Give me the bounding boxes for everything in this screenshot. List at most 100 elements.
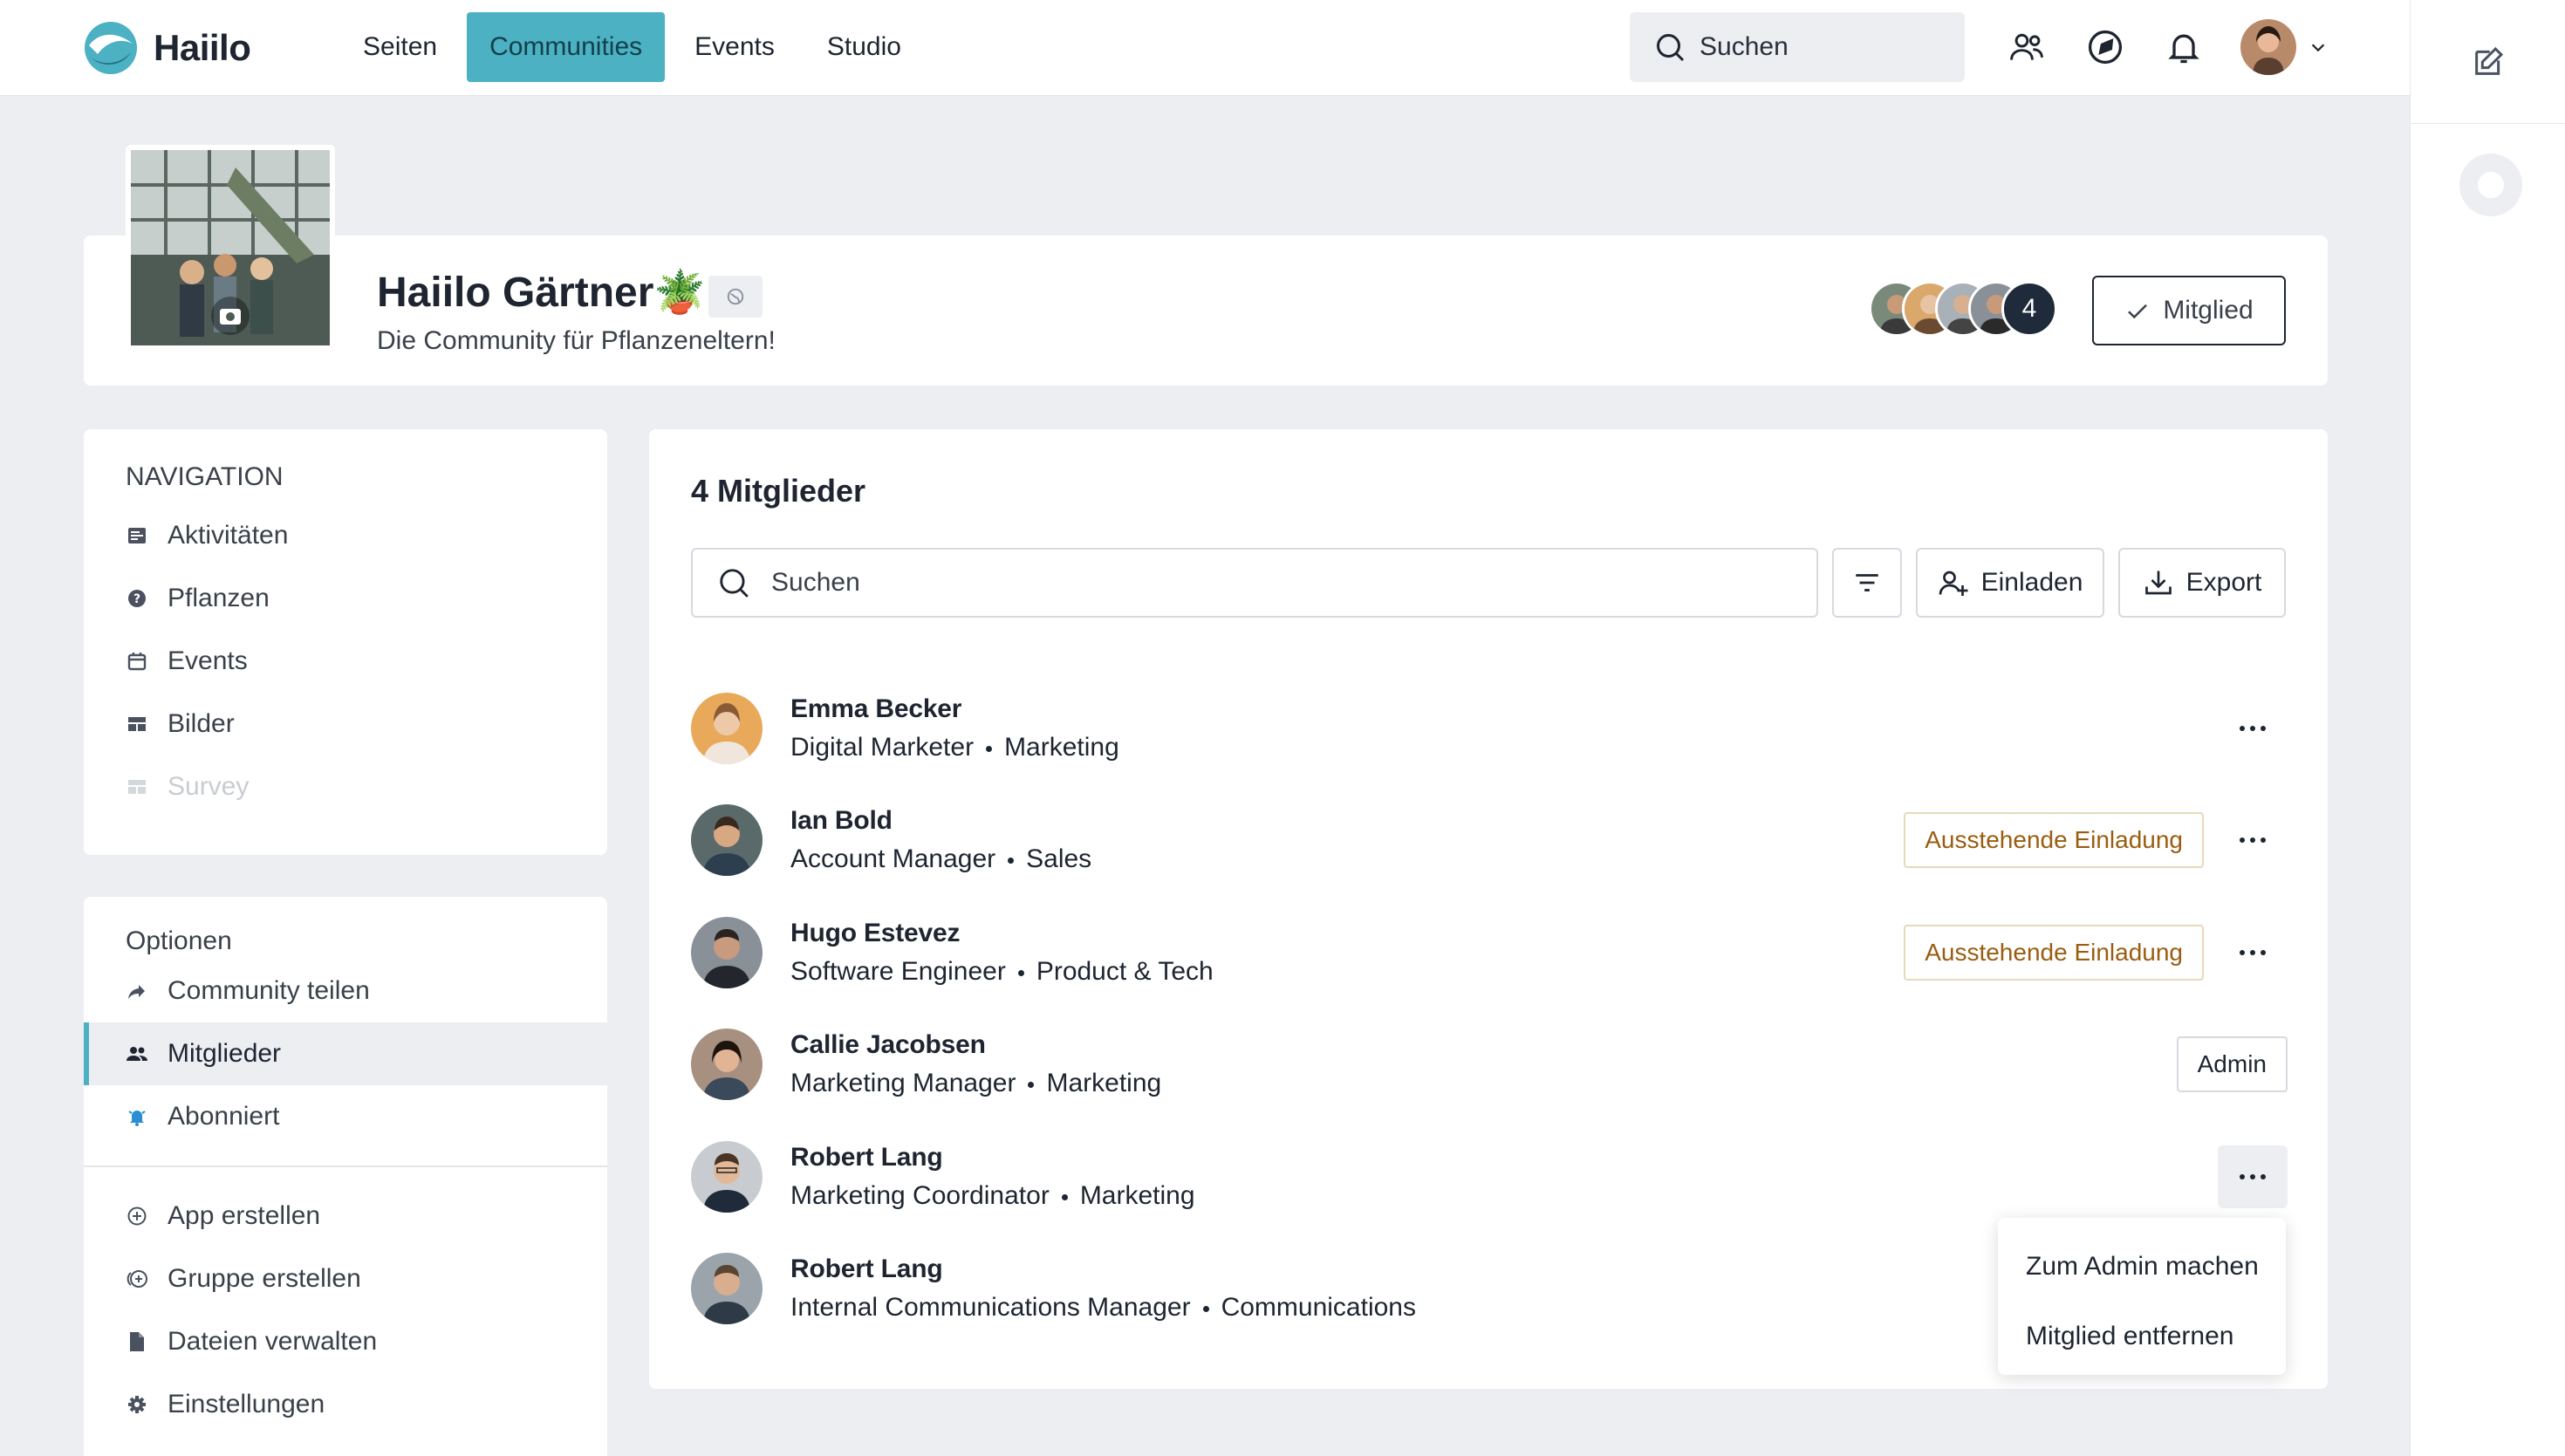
member-department: Sales	[1026, 844, 1092, 873]
sidebar-item-gruppe-erstellen[interactable]: Gruppe erstellen	[84, 1248, 607, 1310]
search-icon	[720, 569, 749, 598]
haiilo-logo-icon	[82, 19, 140, 77]
member-search-placeholder: Suchen	[771, 568, 860, 597]
sidebar-item-community-teilen[interactable]: Community teilen	[84, 960, 607, 1022]
search-icon	[1657, 34, 1685, 62]
member-title: Marketing Manager	[790, 1069, 1016, 1097]
pending-invitation-badge: Ausstehende Einladung	[1904, 925, 2204, 981]
members-title: 4 Mitglieder	[691, 473, 866, 509]
add-user-icon	[1939, 571, 1968, 596]
member-row[interactable]: Emma Becker Digital Marketer Marketing	[691, 680, 2288, 776]
sidebar-item-survey[interactable]: Survey	[84, 755, 607, 818]
global-search[interactable]: Suchen	[1630, 12, 1965, 82]
avatar	[691, 693, 763, 764]
member-name[interactable]: Ian Bold	[790, 806, 1091, 836]
sidebar-item-label: Einstellungen	[168, 1390, 325, 1418]
global-search-placeholder: Suchen	[1700, 32, 1789, 61]
divider	[84, 1165, 607, 1167]
member-name[interactable]: Emma Becker	[790, 694, 1119, 724]
member-department: Marketing	[1004, 733, 1119, 762]
list-icon	[126, 776, 148, 798]
sidebar-navigation: NAVIGATION Aktivitäten ? Pflanzen Events…	[84, 429, 607, 855]
member-row[interactable]: Callie Jacobsen Marketing Manager Marketi…	[691, 1016, 2288, 1112]
navigation-icon[interactable]	[2083, 21, 2127, 73]
filter-button[interactable]	[1832, 548, 1902, 618]
people-icon[interactable]	[2005, 21, 2049, 73]
member-name[interactable]: Robert Lang	[790, 1143, 1195, 1172]
member-department: Marketing	[1079, 1181, 1195, 1210]
nav-item-communities[interactable]: Communities	[467, 12, 666, 82]
more-options-button[interactable]	[2218, 697, 2288, 760]
member-count-badge: 4	[2001, 281, 2057, 337]
member-row[interactable]: Ian Bold Account Manager Sales Ausstehend…	[691, 792, 2288, 888]
bell-icon[interactable]	[2162, 21, 2206, 73]
membership-button[interactable]: Mitglied	[2092, 276, 2286, 345]
sidebar-item-label: Aktivitäten	[168, 521, 289, 550]
community-title: Haiilo Gärtner🪴	[377, 270, 707, 316]
sidebar-item-app-erstellen[interactable]: App erstellen	[84, 1185, 607, 1248]
sidebar-item-label: App erstellen	[168, 1201, 321, 1230]
invite-button[interactable]: Einladen	[1916, 548, 2104, 618]
more-options-button[interactable]	[2218, 921, 2288, 984]
separator-dot	[1008, 857, 1015, 864]
sidebar-item-einstellungen[interactable]: Einstellungen	[84, 1373, 607, 1436]
svg-text:?: ?	[133, 592, 140, 606]
sidebar-item-label: Survey	[168, 772, 250, 801]
sidebar-item-events[interactable]: Events	[84, 630, 607, 693]
plus-circle-icon	[126, 1205, 148, 1227]
right-rail	[2410, 0, 2565, 1456]
app-logo[interactable]: Haiilo	[82, 19, 251, 77]
member-title: Digital Marketer	[790, 733, 975, 762]
member-search-input[interactable]: Suchen	[691, 548, 1818, 618]
sidebar-item-aktivitaeten[interactable]: Aktivitäten	[84, 504, 607, 567]
sidebar-item-bilder[interactable]: Bilder	[84, 693, 607, 755]
share-icon	[126, 980, 148, 1002]
member-row[interactable]: Hugo Estevez Software Engineer Product & …	[691, 905, 2288, 1001]
member-context-menu: Zum Admin machen Mitglied entfernen	[1998, 1218, 2286, 1375]
user-menu[interactable]	[2240, 19, 2328, 75]
chat-bubble-icon[interactable]	[2459, 154, 2522, 216]
make-admin-menu-item[interactable]: Zum Admin machen	[1998, 1232, 2286, 1302]
community-cover-image[interactable]	[126, 145, 335, 351]
more-options-button[interactable]	[2218, 1145, 2288, 1208]
activity-icon	[126, 524, 148, 547]
sidebar-item-label: Pflanzen	[168, 584, 270, 612]
edit-icon[interactable]	[2471, 44, 2506, 79]
more-options-button[interactable]	[2218, 809, 2288, 872]
chevron-down-icon	[2311, 44, 2325, 52]
avatar	[691, 1141, 763, 1213]
top-actions	[2005, 19, 2328, 75]
separator-dot	[1202, 1305, 1209, 1312]
settings-icon	[126, 1393, 148, 1416]
options-heading: Optionen	[126, 926, 232, 955]
sidebar-item-pflanzen[interactable]: ? Pflanzen	[84, 567, 607, 630]
member-title: Internal Communications Manager	[790, 1293, 1191, 1322]
app-name: Haiilo	[154, 27, 251, 68]
pending-invitation-badge: Ausstehende Einladung	[1904, 812, 2204, 868]
sidebar-item-dateien-verwalten[interactable]: Dateien verwalten	[84, 1310, 607, 1373]
check-icon	[2128, 304, 2148, 319]
calendar-icon	[126, 650, 148, 673]
nav-item-events[interactable]: Events	[672, 12, 797, 82]
sidebar-item-abonniert[interactable]: Abonniert	[84, 1085, 607, 1148]
export-button[interactable]: Export	[2118, 548, 2286, 618]
member-name[interactable]: Callie Jacobsen	[790, 1030, 1161, 1060]
member-department: Communications	[1221, 1293, 1416, 1322]
sidebar-item-label: Dateien verwalten	[168, 1327, 378, 1356]
nav-item-seiten[interactable]: Seiten	[340, 12, 460, 82]
remove-member-menu-item[interactable]: Mitglied entfernen	[1998, 1302, 2286, 1371]
member-name[interactable]: Robert Lang	[790, 1254, 1416, 1284]
member-title: Software Engineer	[790, 957, 1006, 986]
sidebar-item-label: Gruppe erstellen	[168, 1264, 361, 1293]
sidebar-item-mitglieder[interactable]: Mitglieder	[84, 1022, 607, 1085]
separator-dot	[1028, 1081, 1035, 1088]
navigation-heading: NAVIGATION	[126, 462, 284, 491]
member-name[interactable]: Hugo Estevez	[790, 919, 1214, 948]
members-icon	[126, 1042, 148, 1065]
sidebar-item-label: Bilder	[168, 709, 235, 738]
member-title: Marketing Coordinator	[790, 1181, 1050, 1210]
member-avatar-stack[interactable]: 4	[1869, 281, 2057, 337]
sidebar-item-label: Abonniert	[168, 1102, 280, 1131]
member-row[interactable]: Robert Lang Marketing Coordinator Marketi…	[691, 1129, 2288, 1225]
nav-item-studio[interactable]: Studio	[804, 12, 924, 82]
